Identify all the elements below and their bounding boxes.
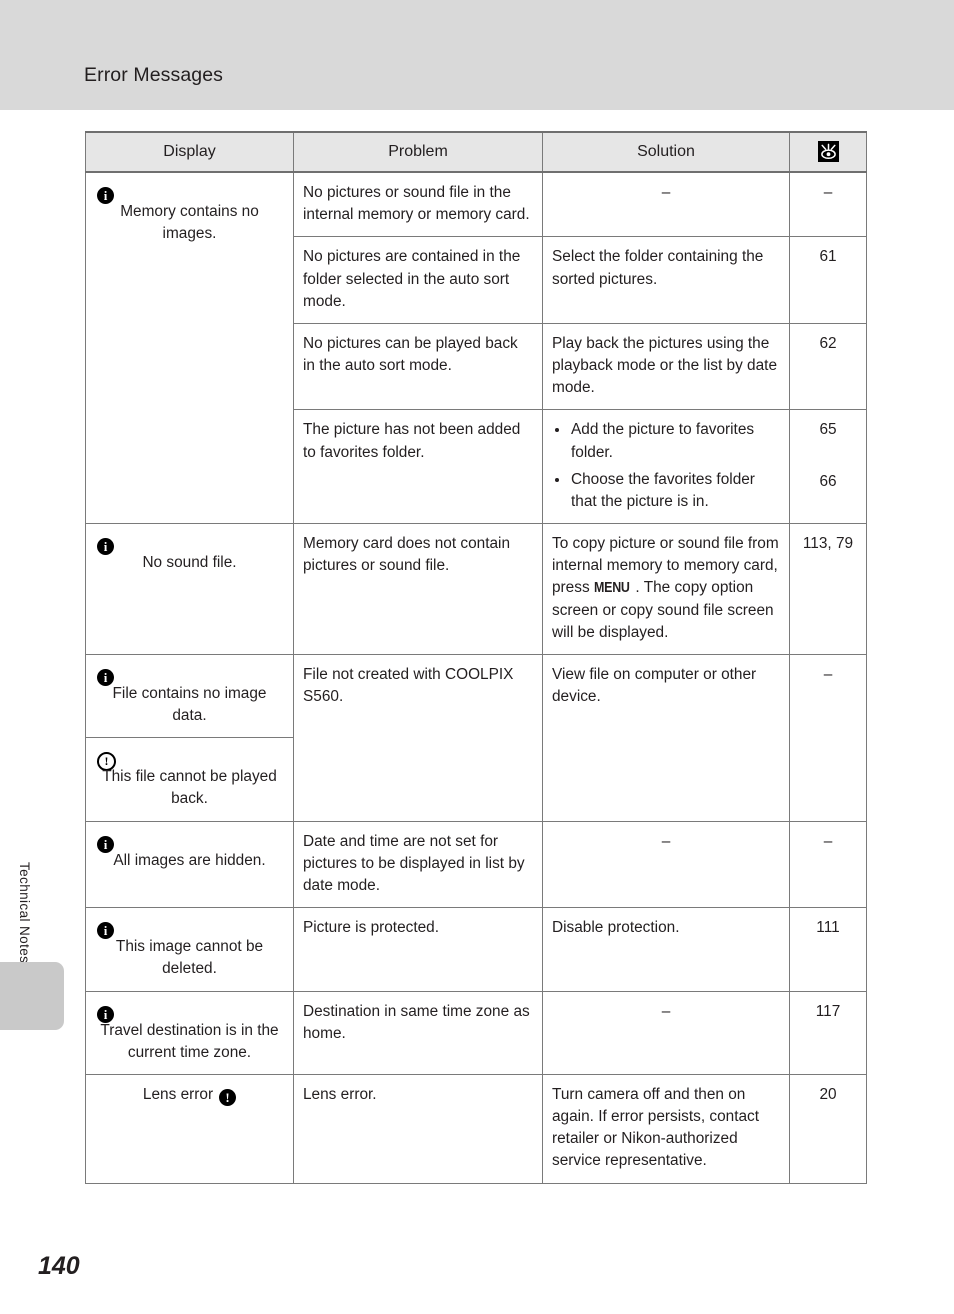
table-row: Lens error! Lens error. Turn camera off … bbox=[85, 1073, 867, 1184]
display-cell: ! This file cannot be played back. bbox=[85, 737, 294, 822]
table-row: i All images are hidden. Date and time a… bbox=[85, 820, 867, 909]
page-reference-cell: 62 bbox=[789, 322, 867, 411]
error-messages-table: Display Problem Solution i Memory contai… bbox=[85, 130, 867, 1184]
display-cell: i All images are hidden. bbox=[85, 820, 294, 909]
table-row: i Memory contains no images. No pictures… bbox=[85, 171, 867, 525]
display-cell: i This image cannot be deleted. bbox=[85, 907, 294, 992]
solution-cell: Play back the pictures using the playbac… bbox=[542, 322, 790, 411]
sidebar-section-tab bbox=[0, 962, 64, 1030]
display-cell: Lens error! bbox=[85, 1073, 294, 1184]
solution-cell: – bbox=[542, 171, 790, 238]
solution-bullet-list: Add the picture to favorites folder. Cho… bbox=[552, 419, 780, 513]
info-icon-solid: i bbox=[97, 1001, 284, 1023]
warning-icon-outline: ! bbox=[97, 747, 284, 772]
display-cell: i No sound file. bbox=[85, 523, 294, 655]
page-number: 140 bbox=[38, 1252, 80, 1280]
problem-cell: The picture has not been added to favori… bbox=[293, 409, 543, 525]
display-message: Memory contains no images. bbox=[120, 203, 259, 243]
error-messages-table-wrapper: Display Problem Solution i Memory contai… bbox=[85, 130, 867, 1184]
table-header-row: Display Problem Solution bbox=[85, 130, 867, 174]
page-reference-cell: – bbox=[789, 171, 867, 238]
page-reference-value: 65 bbox=[819, 421, 837, 439]
display-message: This file cannot be played back. bbox=[102, 768, 277, 808]
display-message: File contains no image data. bbox=[112, 684, 267, 725]
reference-page-icon bbox=[817, 141, 839, 163]
info-icon-solid: i bbox=[97, 917, 284, 940]
problem-cell: Picture is protected. bbox=[293, 907, 543, 992]
info-icon-solid: i bbox=[97, 182, 284, 205]
solution-cell: View file on computer or other device. bbox=[542, 653, 790, 822]
menu-button-glyph: MENU bbox=[593, 580, 630, 597]
table-row: i This image cannot be deleted. Picture … bbox=[85, 907, 867, 992]
list-item: Choose the favorites folder that the pic… bbox=[552, 469, 780, 513]
problem-cell: No pictures can be played back in the au… bbox=[293, 322, 543, 411]
solution-cell: Add the picture to favorites folder. Cho… bbox=[542, 409, 790, 525]
page-title: Error Messages bbox=[84, 64, 224, 86]
table-row: i File contains no image data. File not … bbox=[85, 653, 867, 822]
table-row: i Travel destination is in the current t… bbox=[85, 990, 867, 1075]
solution-cell: – bbox=[542, 990, 790, 1075]
column-header-display: Display bbox=[85, 130, 294, 174]
page-reference-cell: 61 bbox=[789, 236, 867, 324]
column-header-problem: Problem bbox=[293, 130, 543, 174]
solution-cell: – bbox=[542, 820, 790, 909]
info-icon-solid: i bbox=[97, 664, 284, 686]
solution-cell: Turn camera off and then on again. If er… bbox=[542, 1073, 790, 1184]
display-message: All images are hidden. bbox=[113, 851, 266, 869]
problem-cell: Destination in same time zone as home. bbox=[293, 990, 543, 1075]
page-reference-cell: – bbox=[789, 653, 867, 822]
solution-cell: To copy picture or sound file from inter… bbox=[542, 523, 790, 655]
display-cell: i File contains no image data. bbox=[85, 653, 294, 739]
page-reference-value: 66 bbox=[819, 472, 837, 490]
page-reference-cell: 111 bbox=[789, 907, 867, 992]
page-header-band bbox=[0, 0, 954, 110]
column-header-solution: Solution bbox=[542, 130, 790, 174]
info-icon-solid: i bbox=[97, 831, 284, 853]
warning-icon-solid: ! bbox=[219, 1088, 237, 1106]
display-message: This image cannot be deleted. bbox=[115, 938, 264, 978]
problem-cell: Lens error. bbox=[293, 1073, 543, 1184]
table-row: i No sound file. Memory card does not co… bbox=[85, 523, 867, 655]
display-cell: i Travel destination is in the current t… bbox=[85, 990, 294, 1075]
page-reference-cell: 117 bbox=[789, 990, 867, 1075]
problem-cell: File not created with COOLPIX S560. bbox=[293, 653, 543, 822]
problem-cell: Date and time are not set for pictures t… bbox=[293, 820, 543, 909]
solution-cell: Select the folder containing the sorted … bbox=[542, 236, 790, 324]
display-cell: i Memory contains no images. bbox=[85, 171, 294, 525]
column-header-page-reference bbox=[789, 130, 867, 174]
solution-cell: Disable protection. bbox=[542, 907, 790, 992]
list-item: Add the picture to favorites folder. bbox=[552, 419, 780, 463]
problem-cell: No pictures are contained in the folder … bbox=[293, 236, 543, 324]
display-message: Travel destination is in the current tim… bbox=[100, 1021, 279, 1061]
page-reference-cell: 113, 79 bbox=[789, 523, 867, 655]
problem-cell: No pictures or sound file in the interna… bbox=[293, 171, 543, 238]
page-reference-cell: 20 bbox=[789, 1073, 867, 1184]
info-icon-solid: i bbox=[97, 533, 284, 556]
page-reference-cell: – bbox=[789, 820, 867, 909]
sidebar-section-label: Technical Notes bbox=[17, 862, 32, 964]
problem-cell: Memory card does not contain pictures or… bbox=[293, 523, 543, 655]
display-message: Lens error bbox=[142, 1085, 214, 1103]
page-reference-cell: 65 66 bbox=[789, 409, 867, 525]
display-message: No sound file. bbox=[142, 554, 237, 572]
